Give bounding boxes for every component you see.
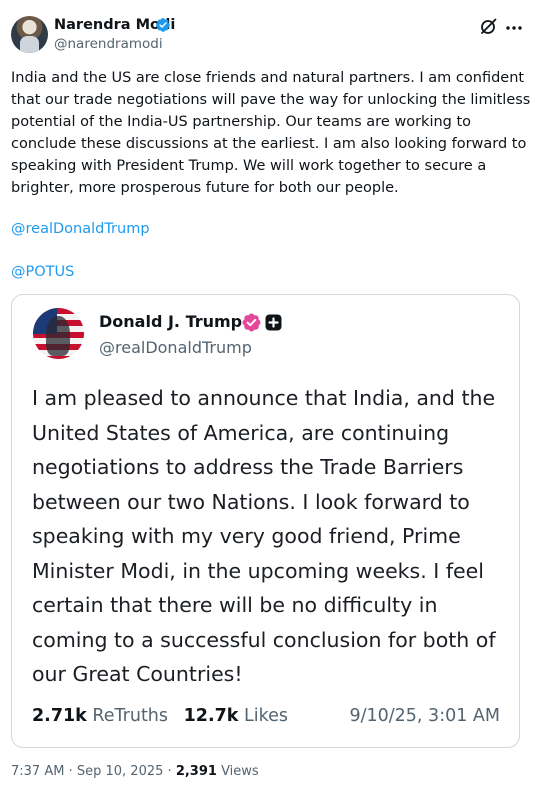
author-handle[interactable]: @narendramodi bbox=[54, 36, 163, 53]
quoted-author-avatar[interactable] bbox=[33, 308, 84, 359]
likes-count: 12.7k bbox=[183, 706, 239, 726]
mention-link-potus[interactable]: @POTUS bbox=[11, 261, 74, 283]
post-meta: 7:37 AM · Sep 10, 2025 · 2,391 Views bbox=[11, 763, 259, 781]
meta-separator: · bbox=[68, 764, 73, 779]
likes-label: Likes bbox=[244, 706, 289, 726]
retruths-label: ReTruths bbox=[92, 706, 169, 726]
views-count: 2,391 bbox=[175, 764, 217, 779]
author-avatar[interactable] bbox=[11, 16, 48, 53]
post-text-paragraph: India and the US are close friends and n… bbox=[11, 70, 531, 196]
quoted-author-handle[interactable]: @realDonaldTrump bbox=[99, 338, 252, 358]
plus-badge-icon bbox=[265, 314, 282, 331]
post-time[interactable]: 7:37 AM bbox=[11, 764, 64, 779]
post-text: India and the US are close friends and n… bbox=[11, 67, 531, 199]
post-date[interactable]: Sep 10, 2025 bbox=[77, 764, 164, 779]
quoted-author-name[interactable]: Donald J. Trump bbox=[99, 312, 242, 332]
quoted-post-card[interactable]: Donald J. Trump @realDonaldTrump I am pl… bbox=[11, 294, 520, 748]
quoted-post-text: I am pleased to announce that India, and… bbox=[32, 386, 496, 686]
retruths-count: 2.71k bbox=[32, 706, 87, 726]
quoted-post-stats: 2.71k ReTruths 12.7k Likes bbox=[32, 705, 288, 727]
views-label: Views bbox=[221, 764, 259, 779]
verified-badge-icon bbox=[242, 313, 261, 332]
grok-icon[interactable] bbox=[478, 17, 498, 37]
more-icon[interactable] bbox=[504, 18, 524, 38]
mention-link-realdonaldtrump[interactable]: @realDonaldTrump bbox=[11, 218, 150, 240]
quoted-post-date: 9/10/25, 3:01 AM bbox=[349, 706, 500, 726]
post-card: Narendra Modi @narendramodi India and th… bbox=[0, 0, 550, 786]
verified-badge-icon bbox=[156, 18, 170, 32]
meta-separator: · bbox=[167, 764, 172, 779]
